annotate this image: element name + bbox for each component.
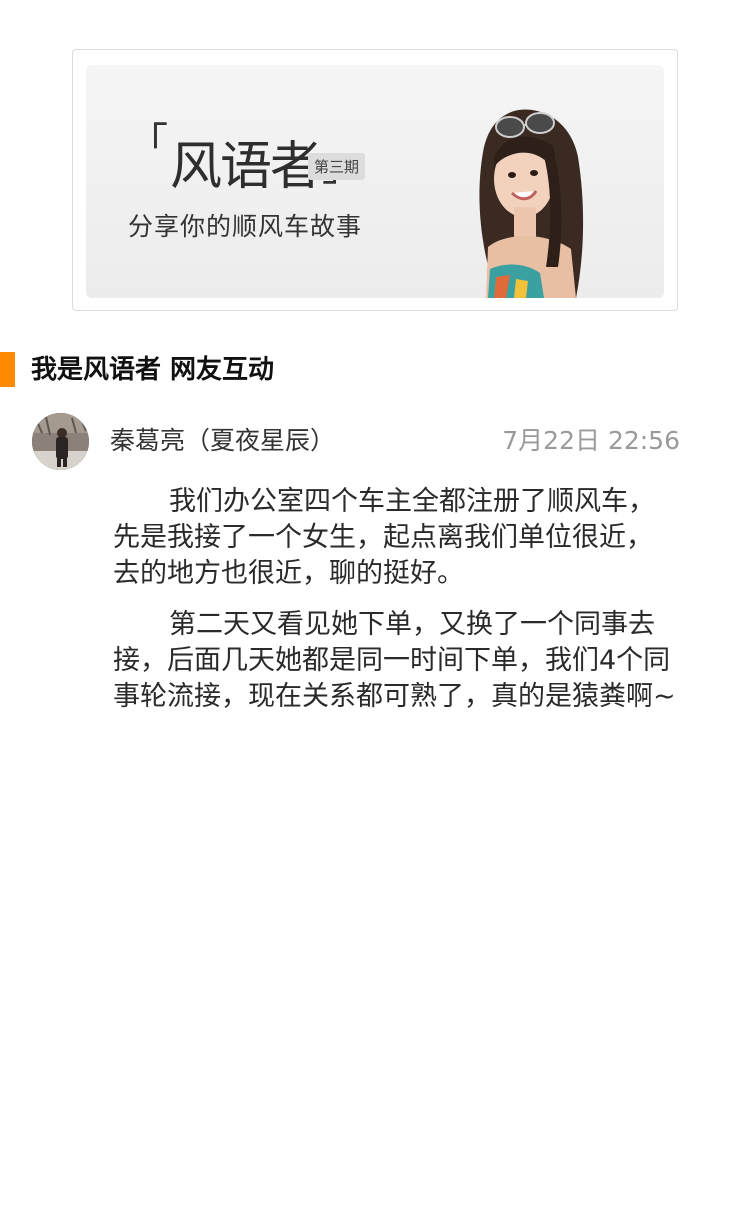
avatar-photo: [32, 413, 89, 470]
post-username[interactable]: 秦葛亮（夏夜星辰）: [110, 422, 335, 460]
banner-title-text: 风语者: [170, 137, 322, 197]
issue-badge: 第三期: [308, 153, 366, 180]
post-paragraph: 第二天又看见她下单，又换了一个同事去接，后面几天她都是同一时间下单，我们4个同事…: [113, 609, 676, 712]
woman-portrait-icon: [479, 109, 584, 298]
user-avatar-icon[interactable]: [32, 413, 89, 470]
page: 「 风语者 」 第三期 分享你的顺风车故事: [0, 0, 750, 1212]
section-accent-bar: [0, 352, 15, 387]
post-paragraph: 我们办公室四个车主全都注册了顺风车，先是我接了一个女生，起点离我们单位很近，去的…: [113, 486, 655, 589]
post-body: 我们办公室四个车主全都注册了顺风车，先是我接了一个女生，起点离我们单位很近，去的…: [113, 484, 679, 730]
section-title: 我是风语者 网友互动: [31, 355, 275, 385]
banner-subtitle: 分享你的顺风车故事: [128, 212, 363, 241]
post-timestamp: 7月22日 22:56: [502, 426, 680, 455]
banner-image[interactable]: 「 风语者 」 第三期 分享你的顺风车故事: [86, 65, 664, 298]
banner-open-bracket: 「: [128, 120, 168, 166]
banner-card[interactable]: 「 风语者 」 第三期 分享你的顺风车故事: [72, 49, 678, 311]
